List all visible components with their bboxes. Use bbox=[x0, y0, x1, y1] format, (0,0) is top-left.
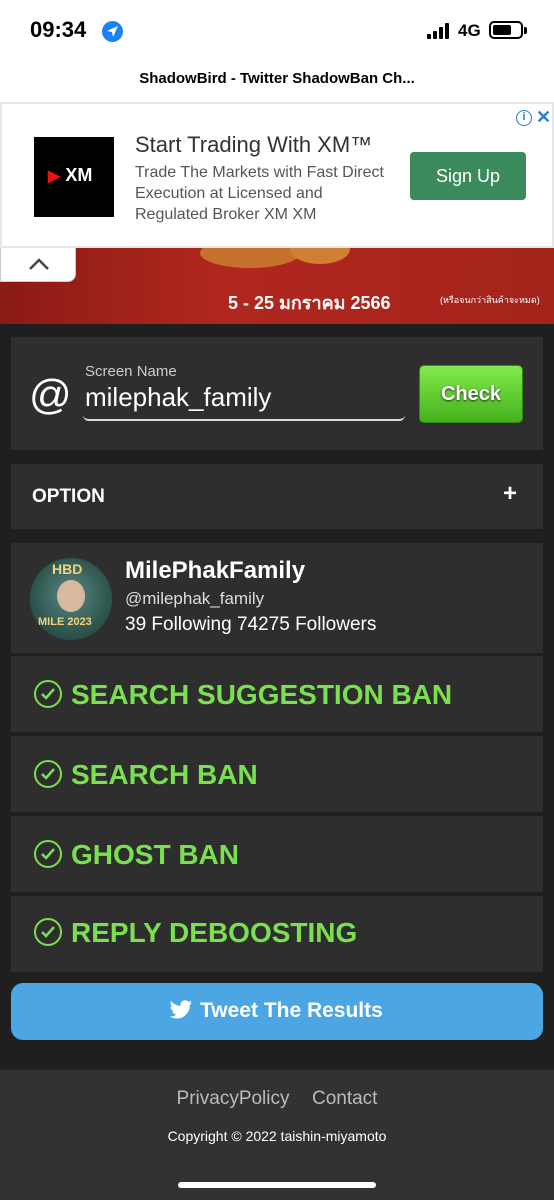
check-circle-icon bbox=[34, 680, 62, 708]
browser-title-bar[interactable]: ShadowBird - Twitter ShadowBan Ch... bbox=[0, 62, 554, 102]
check-circle-icon bbox=[34, 840, 62, 868]
twitter-bird-icon bbox=[169, 1000, 192, 1019]
status-bar: 09:34 4G bbox=[0, 0, 554, 62]
network-type: 4G bbox=[458, 21, 481, 40]
collapse-ad-button[interactable] bbox=[0, 248, 76, 282]
avatar-text-bottom: MILE 2023 bbox=[38, 616, 92, 628]
page-title: ShadowBird - Twitter ShadowBan Ch... bbox=[139, 70, 415, 87]
result-reply-deboosting[interactable]: REPLY DEBOOSTING bbox=[11, 896, 543, 972]
check-circle-icon bbox=[34, 760, 62, 788]
copyright-text: Copyright © 2022 taishin-miyamoto bbox=[167, 1128, 387, 1144]
screen-name-label: Screen Name bbox=[85, 363, 177, 380]
option-panel[interactable]: OPTION + bbox=[11, 464, 543, 529]
profile-stats: 39 Following 74275 Followers bbox=[125, 614, 377, 635]
result-label: GHOST BAN bbox=[71, 839, 239, 870]
contact-link[interactable]: Contact bbox=[312, 1088, 377, 1109]
ad-banner[interactable]: ▶ XM Start Trading With XM™ Trade The Ma… bbox=[0, 102, 554, 248]
status-time: 09:34 bbox=[30, 17, 87, 42]
result-label: REPLY DEBOOSTING bbox=[71, 917, 358, 948]
check-circle-icon bbox=[34, 918, 62, 946]
option-label: OPTION bbox=[32, 486, 105, 507]
privacy-policy-link[interactable]: PrivacyPolicy bbox=[177, 1088, 290, 1109]
ad-close-icon[interactable]: ✕ bbox=[536, 107, 551, 128]
location-arrow-icon bbox=[102, 21, 123, 42]
search-form: @ Screen Name milephak_family Check bbox=[11, 337, 543, 450]
profile-card: HBD MILE 2023 MilePhakFamily @milephak_f… bbox=[11, 543, 543, 653]
ad-sign-up-button[interactable]: Sign Up bbox=[410, 152, 526, 200]
tweet-results-button[interactable]: Tweet The Results bbox=[11, 983, 543, 1040]
home-indicator[interactable] bbox=[178, 1182, 376, 1188]
promo-banner[interactable]: 5 - 25 มกราคม 2566 (หรือจนกว่าสินค้าจะหม… bbox=[0, 248, 554, 324]
battery-icon bbox=[489, 21, 527, 39]
main-content: @ Screen Name milephak_family Check OPTI… bbox=[0, 324, 554, 1070]
result-search-ban[interactable]: SEARCH BAN bbox=[11, 736, 543, 812]
ad-body: Trade The Markets with Fast Direct Execu… bbox=[135, 164, 384, 223]
at-symbol: @ bbox=[29, 371, 72, 418]
footer: PrivacyPolicy Contact Copyright © 2022 t… bbox=[0, 1070, 554, 1200]
profile-name: MilePhakFamily bbox=[125, 557, 306, 584]
ad-title[interactable]: Start Trading With XM™ bbox=[135, 132, 372, 158]
profile-handle[interactable]: @milephak_family bbox=[125, 589, 264, 609]
avatar-text-top: HBD bbox=[52, 561, 83, 577]
chevron-up-icon bbox=[29, 258, 49, 270]
ad-info-icon[interactable]: i bbox=[516, 110, 532, 126]
avatar[interactable]: HBD MILE 2023 bbox=[30, 558, 112, 640]
result-label: SEARCH SUGGESTION BAN bbox=[71, 679, 453, 710]
result-label: SEARCH BAN bbox=[71, 759, 258, 790]
cellular-signal-icon bbox=[427, 23, 453, 39]
tweet-results-label: Tweet The Results bbox=[200, 999, 383, 1022]
food-image bbox=[200, 248, 300, 268]
xm-logo-text: XM bbox=[65, 165, 93, 185]
check-button[interactable]: Check bbox=[419, 365, 523, 423]
result-search-suggestion-ban[interactable]: SEARCH SUGGESTION BAN bbox=[11, 656, 543, 732]
xm-logo: ▶ XM bbox=[34, 137, 114, 217]
expand-plus-icon[interactable]: + bbox=[503, 480, 517, 508]
banner-date-text: 5 - 25 มกราคม 2566 bbox=[228, 293, 391, 313]
food-image bbox=[290, 248, 350, 264]
banner-note: (หรือจนกว่าสินค้าจะหมด) bbox=[440, 295, 540, 305]
result-ghost-ban[interactable]: GHOST BAN bbox=[11, 816, 543, 892]
screen-name-input[interactable]: milephak_family bbox=[83, 379, 405, 421]
